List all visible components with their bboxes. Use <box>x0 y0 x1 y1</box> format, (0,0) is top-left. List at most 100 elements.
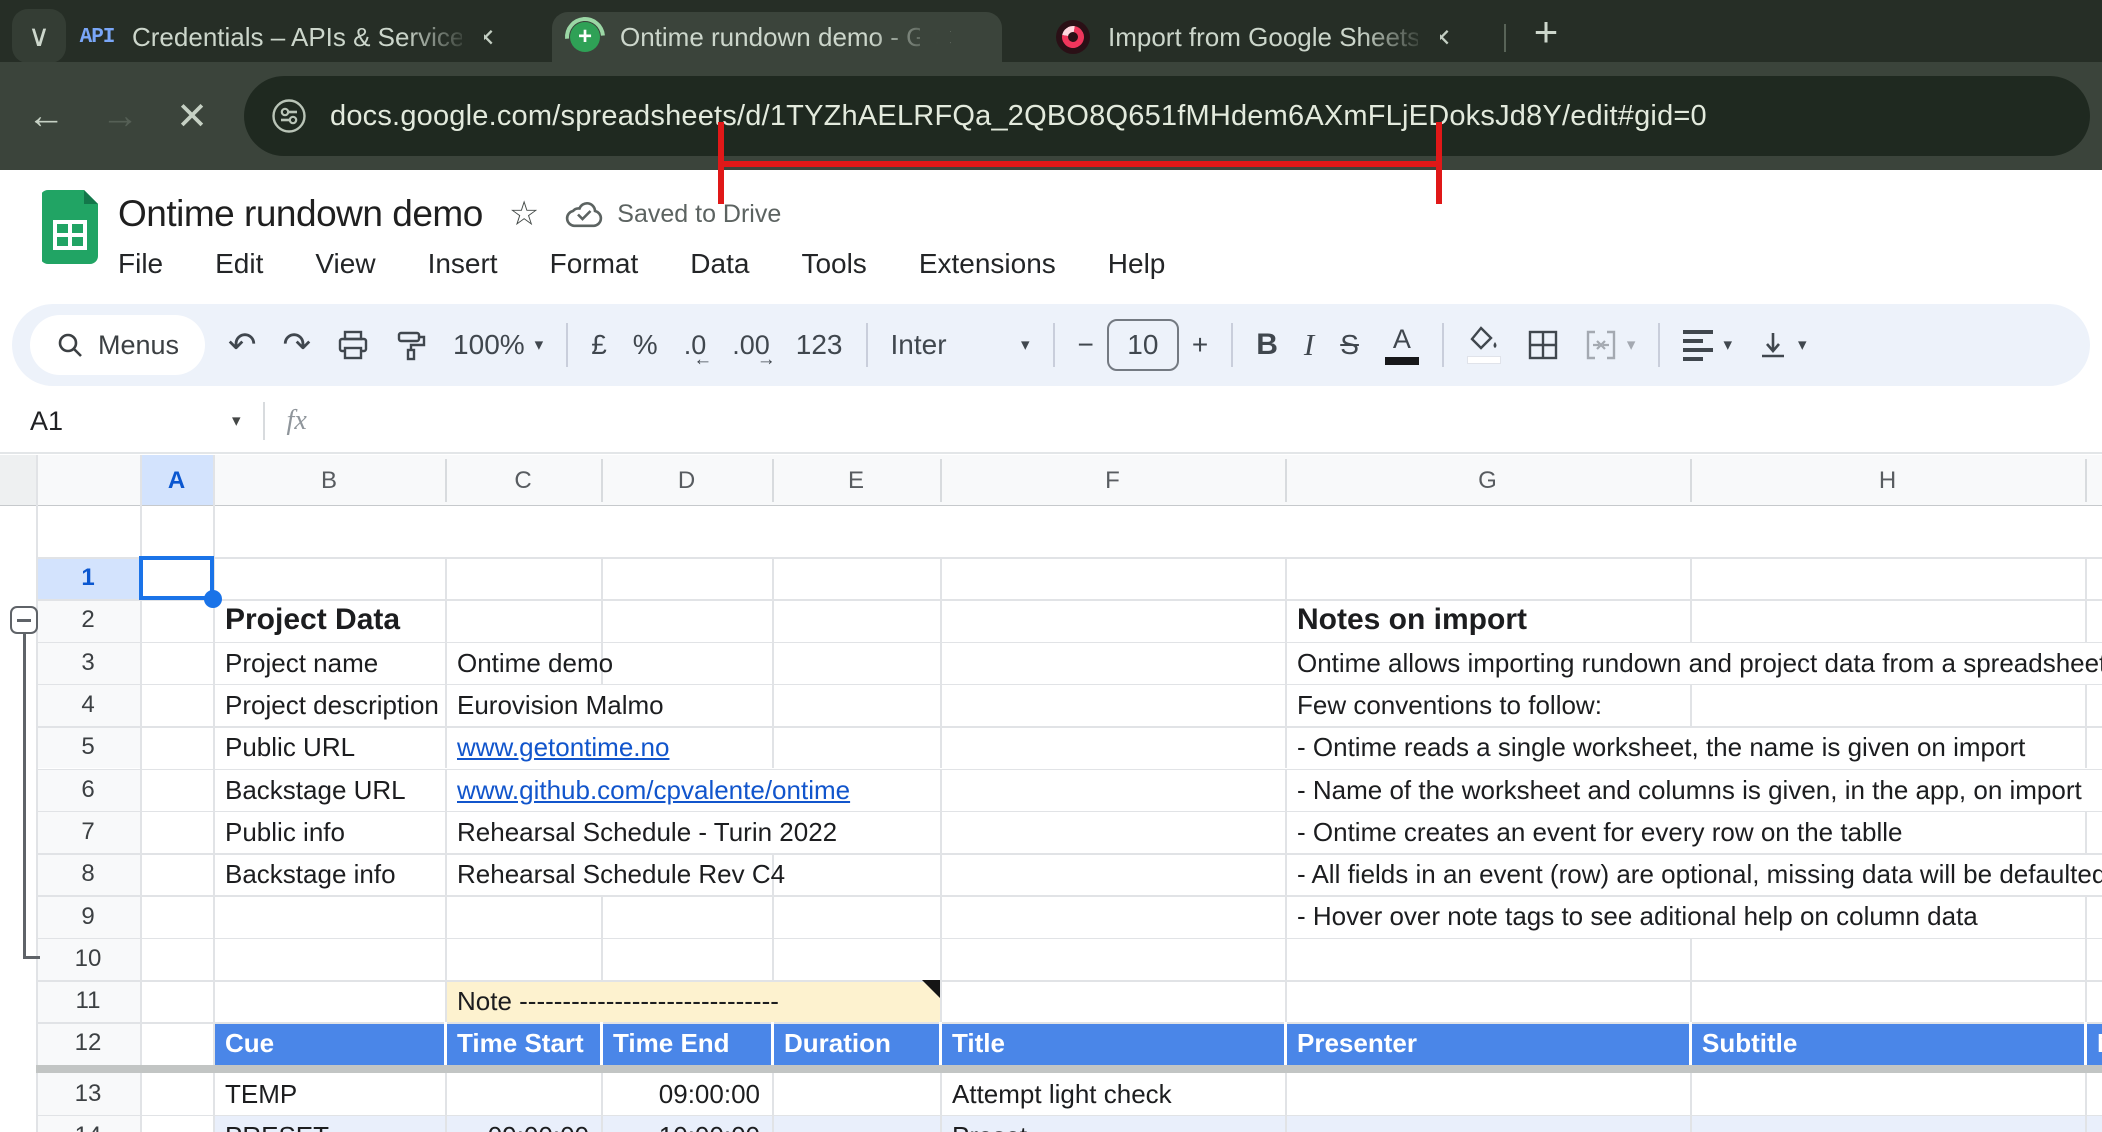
menu-extensions[interactable]: Extensions <box>913 244 1062 284</box>
cell-F14[interactable]: Preset <box>952 1115 1027 1132</box>
document-title[interactable]: Ontime rundown demo <box>118 193 483 235</box>
cell-B2[interactable]: Project Data <box>225 599 400 641</box>
menu-tools[interactable]: Tools <box>795 244 872 284</box>
table-header-subtitle[interactable]: Subtitle <box>1702 1022 1797 1064</box>
row-header-13[interactable]: 13 <box>36 1073 140 1115</box>
column-header-D[interactable]: D <box>601 455 772 506</box>
menu-edit[interactable]: Edit <box>209 244 269 284</box>
cell-G6[interactable]: - Name of the worksheet and columns is g… <box>1297 769 2082 811</box>
cell-B7[interactable]: Public info <box>225 811 345 853</box>
horizontal-align-button[interactable]: ▾ <box>1670 315 1745 375</box>
menu-format[interactable]: Format <box>544 244 645 284</box>
cell-B8[interactable]: Backstage info <box>225 853 396 895</box>
column-header-E[interactable]: E <box>772 455 940 506</box>
decrease-decimal-button[interactable]: .0← <box>671 315 720 375</box>
table-header-title[interactable]: Title <box>952 1022 1005 1064</box>
print-button[interactable] <box>324 315 382 375</box>
row-header-11[interactable]: 11 <box>36 980 140 1022</box>
column-header-H[interactable]: H <box>1690 455 2085 506</box>
row-header-12[interactable]: 12 <box>36 1022 140 1064</box>
column-header-F[interactable]: F <box>940 455 1285 506</box>
site-info-icon[interactable] <box>272 99 306 133</box>
cell-C3[interactable]: Ontime demo <box>457 642 613 684</box>
row-header-3[interactable]: 3 <box>36 642 140 684</box>
tab-import-from-google-sheets[interactable]: Import from Google Sheets | Ont × <box>1040 12 1492 62</box>
cell-D14[interactable]: 10:00:00 <box>611 1115 760 1132</box>
row-header-1[interactable]: 1 <box>36 557 140 599</box>
row-header-8[interactable]: 8 <box>36 853 140 895</box>
column-header-B[interactable]: B <box>213 455 445 506</box>
cell-G3[interactable]: Ontime allows importing rundown and proj… <box>1297 642 2102 684</box>
table-header-duration[interactable]: Duration <box>784 1022 891 1064</box>
cell-B3[interactable]: Project name <box>225 642 378 684</box>
cell-B14[interactable]: PRESET <box>225 1115 329 1132</box>
paint-format-button[interactable] <box>382 315 440 375</box>
decrease-font-size-button[interactable]: − <box>1065 315 1107 375</box>
cell-G9[interactable]: - Hover over note tags to see aditional … <box>1297 895 1978 937</box>
column-header-I[interactable]: I <box>2085 455 2102 506</box>
new-tab-button[interactable]: + <box>1522 8 1570 56</box>
column-header-G[interactable]: G <box>1285 455 1690 506</box>
cell-B13[interactable]: TEMP <box>225 1073 297 1115</box>
chevron-down-icon[interactable]: ▾ <box>232 411 241 431</box>
cell-B5[interactable]: Public URL <box>225 726 355 768</box>
column-header-C[interactable]: C <box>445 455 601 506</box>
merge-cells-button[interactable]: ▾ <box>1572 315 1649 375</box>
tab-credentials[interactable]: API Credentials – APIs & Services – G × <box>64 12 536 62</box>
redo-button[interactable]: ↷ <box>270 315 325 375</box>
menu-data[interactable]: Data <box>684 244 755 284</box>
borders-button[interactable] <box>1514 315 1572 375</box>
format-percent-button[interactable]: % <box>620 315 671 375</box>
forward-button[interactable]: → <box>90 62 150 170</box>
cell-G4[interactable]: Few conventions to follow: <box>1297 684 1602 726</box>
saved-status[interactable]: Saved to Drive <box>565 200 781 229</box>
row-header-9[interactable]: 9 <box>36 895 140 937</box>
menu-insert[interactable]: Insert <box>422 244 504 284</box>
star-icon[interactable]: ☆ <box>509 194 539 234</box>
formula-input[interactable] <box>307 390 2102 452</box>
format-currency-button[interactable]: £ <box>578 315 620 375</box>
cell-G8[interactable]: - All fields in an event (row) are optio… <box>1297 853 2102 895</box>
cell-C7[interactable]: Rehearsal Schedule - Turin 2022 <box>457 811 837 853</box>
cell-C5[interactable]: www.getontime.no <box>457 726 669 768</box>
cell-C4[interactable]: Eurovision Malmo <box>457 684 664 726</box>
increase-font-size-button[interactable]: + <box>1179 315 1221 375</box>
row-header-10[interactable]: 10 <box>36 938 140 980</box>
note-cell-text[interactable]: Note ------------------------------ <box>457 980 779 1022</box>
table-header-time-start[interactable]: Time Start <box>457 1022 584 1064</box>
cell-B6[interactable]: Backstage URL <box>225 769 406 811</box>
cell-C6[interactable]: www.github.com/cpvalente/ontime <box>457 769 850 811</box>
frozen-rows-divider[interactable] <box>36 1065 2102 1073</box>
row-header-5[interactable]: 5 <box>36 726 140 768</box>
table-header-presenter[interactable]: Presenter <box>1297 1022 1417 1064</box>
selection-fill-handle[interactable] <box>204 590 222 608</box>
active-cell-selection[interactable] <box>139 556 214 600</box>
name-box[interactable]: A1 <box>30 406 180 437</box>
font-size-input[interactable]: 10 <box>1107 319 1179 371</box>
tab-ontime-rundown-demo[interactable]: + Ontime rundown demo - Google × <box>552 12 1002 62</box>
row-header-6[interactable]: 6 <box>36 769 140 811</box>
tab-search-button[interactable]: ∨ <box>12 9 66 63</box>
cell-C8[interactable]: Rehearsal Schedule Rev C4 <box>457 853 785 895</box>
url-text[interactable]: docs.google.com/spreadsheets/d/1TYZhAELR… <box>330 100 1707 133</box>
stop-loading-button[interactable]: ✕ <box>162 62 222 170</box>
table-header-note[interactable]: Note <box>2097 1022 2102 1064</box>
table-header-time-end[interactable]: Time End <box>613 1022 730 1064</box>
more-formats-button[interactable]: 123 <box>783 315 856 375</box>
font-select[interactable]: Inter ▾ <box>878 315 1043 375</box>
column-header-A[interactable]: A <box>140 455 213 506</box>
row-header-14[interactable]: 14 <box>36 1115 140 1132</box>
undo-button[interactable]: ↶ <box>215 315 270 375</box>
cell-D13[interactable]: 09:00:00 <box>611 1073 760 1115</box>
menu-help[interactable]: Help <box>1102 244 1172 284</box>
row-header-7[interactable]: 7 <box>36 811 140 853</box>
spreadsheet-grid[interactable]: ABCDEFGHI123456789101112131415Note -----… <box>0 455 2102 1132</box>
menu-file[interactable]: File <box>112 244 169 284</box>
address-bar[interactable]: docs.google.com/spreadsheets/d/1TYZhAELR… <box>244 76 2090 156</box>
cell-C14[interactable]: 09:00:00 <box>455 1115 589 1132</box>
cell-G2[interactable]: Notes on import <box>1297 599 1527 641</box>
row-header-2[interactable]: 2 <box>36 599 140 641</box>
strikethrough-button[interactable]: S <box>1327 315 1372 375</box>
table-header-cue[interactable]: Cue <box>225 1022 274 1064</box>
cell-G7[interactable]: - Ontime creates an event for every row … <box>1297 811 1903 853</box>
